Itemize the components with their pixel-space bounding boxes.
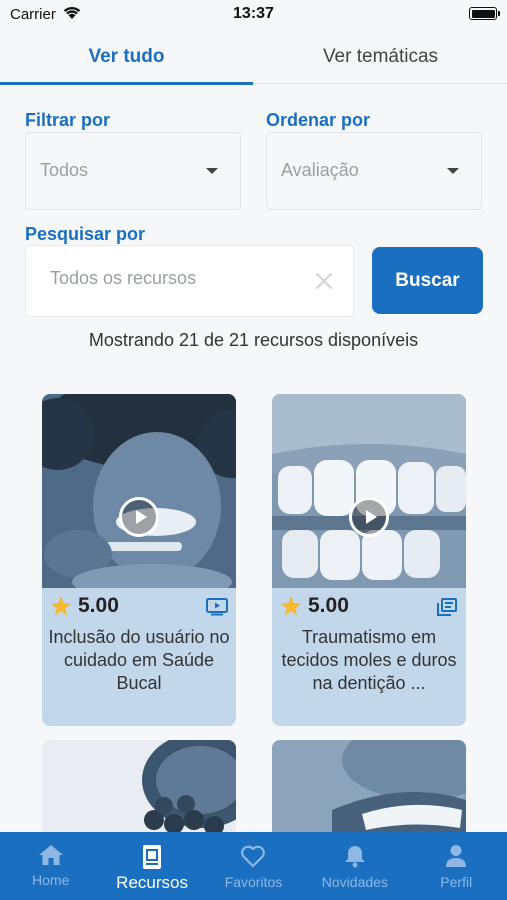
pdf-document-icon (437, 598, 457, 616)
home-icon (38, 845, 63, 865)
filter-label: Filtrar por (25, 110, 111, 130)
nav-resources[interactable]: Recursos (101, 832, 202, 900)
resource-title: Traumatismo em tecidos moles e duros na … (281, 627, 457, 693)
search-field[interactable] (25, 245, 354, 317)
bell-icon (344, 846, 365, 868)
heart-icon (241, 845, 266, 868)
search-button[interactable]: Buscar (372, 247, 483, 314)
resource-thumbnail (42, 394, 236, 588)
resource-card[interactable] (42, 740, 236, 840)
resources-icon (143, 845, 162, 869)
rating: 5.00 (280, 594, 349, 618)
star-icon (51, 596, 71, 616)
nav-favorites[interactable]: Favoritos (203, 832, 304, 900)
nav-news-label: Novidades (321, 874, 388, 890)
tab-bar: Ver tudo Ver temáticas (0, 30, 507, 85)
search-input[interactable] (50, 268, 310, 289)
order-label: Ordenar por (266, 110, 371, 130)
nav-home-label: Home (32, 872, 70, 888)
tab-ver-tudo[interactable]: Ver tudo (0, 30, 253, 85)
star-icon (281, 596, 301, 616)
order-select[interactable]: Avaliação (266, 132, 482, 210)
play-icon[interactable] (119, 497, 159, 537)
person-icon (446, 845, 467, 867)
nav-home[interactable]: Home (0, 832, 101, 900)
order-value: Avaliação (281, 160, 359, 180)
rating: 5.00 (50, 594, 119, 618)
nav-profile[interactable]: Perfil (406, 832, 507, 900)
resource-title: Inclusão do usuário no cuidado em Saúde … (48, 627, 230, 693)
chevron-down-icon (206, 168, 218, 174)
nav-resources-label: Recursos (116, 873, 188, 892)
rating-value: 5.00 (308, 594, 349, 617)
filter-value: Todos (40, 160, 89, 180)
play-icon[interactable] (349, 497, 389, 537)
filter-select[interactable]: Todos (25, 132, 241, 210)
nav-profile-label: Perfil (440, 874, 473, 890)
video-icon (206, 598, 228, 616)
resource-card[interactable]: 5.00 Inclusão do usuário no cuidado em S… (42, 394, 236, 726)
chevron-down-icon (447, 168, 459, 174)
tab-ver-tematicas[interactable]: Ver temáticas (254, 30, 507, 84)
bottom-navigation: Home Recursos Favoritos Novidades Perfil (0, 832, 507, 900)
status-bar: Carrier 13:37 (0, 0, 507, 30)
nav-news[interactable]: Novidades (304, 832, 405, 900)
nav-favorites-label: Favoritos (224, 874, 283, 890)
battery-icon (469, 7, 500, 20)
resource-card[interactable] (272, 740, 466, 840)
search-label: Pesquisar por (25, 224, 146, 244)
rating-value: 5.00 (78, 594, 119, 617)
clear-icon[interactable] (313, 270, 335, 292)
clock: 13:37 (233, 5, 274, 22)
resource-card[interactable]: 5.00 Traumatismo em tecidos moles e duro… (272, 394, 466, 726)
resource-thumbnail (42, 740, 236, 840)
resource-thumbnail (272, 740, 466, 840)
results-count: Mostrando 21 de 21 recursos disponíveis (88, 330, 419, 350)
resource-thumbnail (272, 394, 466, 588)
